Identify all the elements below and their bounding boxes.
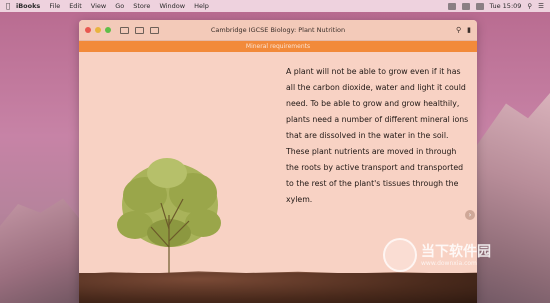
body-paragraph: A plant will not be able to grow even if… bbox=[286, 67, 469, 204]
watermark-logo-icon bbox=[383, 238, 417, 272]
table-of-contents-icon[interactable] bbox=[135, 26, 144, 34]
watermark-name: 当下软件园 bbox=[421, 243, 491, 260]
minimize-button[interactable] bbox=[95, 27, 101, 33]
list-icon[interactable]: ☰ bbox=[538, 2, 544, 10]
toolbar-left bbox=[120, 26, 159, 34]
menu-go[interactable]: Go bbox=[115, 2, 124, 10]
chapter-bar: Mineral requirements bbox=[79, 41, 477, 52]
titlebar: Cambridge IGCSE Biology: Plant Nutrition… bbox=[79, 20, 477, 41]
search-icon[interactable]: ⚲ bbox=[527, 2, 532, 10]
menu-edit[interactable]: Edit bbox=[69, 2, 82, 10]
battery-icon[interactable] bbox=[475, 2, 484, 10]
search-icon[interactable]: ⚲ bbox=[456, 26, 461, 34]
plant-illustration bbox=[117, 158, 221, 273]
apple-icon[interactable]:  bbox=[0, 2, 16, 10]
menu-view[interactable]: View bbox=[91, 2, 106, 10]
fullscreen-button[interactable] bbox=[105, 27, 111, 33]
cloud-icon[interactable] bbox=[447, 2, 456, 10]
close-button[interactable] bbox=[85, 27, 91, 33]
window-controls bbox=[85, 27, 111, 33]
desktop-mountain-left bbox=[0, 198, 90, 303]
menu-file[interactable]: File bbox=[49, 2, 60, 10]
toolbar-right: ⚲ ▮ bbox=[456, 26, 471, 34]
notes-icon[interactable] bbox=[150, 26, 159, 34]
watermark: 当下软件园 www.downxia.com bbox=[383, 238, 491, 272]
watermark-url: www.downxia.com bbox=[421, 259, 477, 267]
menubar:  iBooks File Edit View Go Store Window … bbox=[0, 0, 550, 12]
bookmark-icon[interactable]: ▮ bbox=[467, 26, 471, 34]
chapter-title: Mineral requirements bbox=[245, 43, 311, 50]
menu-help[interactable]: Help bbox=[194, 2, 209, 10]
soil bbox=[79, 273, 477, 303]
next-page-button[interactable]: › bbox=[465, 210, 475, 220]
library-icon[interactable] bbox=[120, 26, 129, 34]
menubar-clock[interactable]: Tue 15:09 bbox=[490, 2, 522, 10]
menu-window[interactable]: Window bbox=[159, 2, 185, 10]
menubar-status-area: Tue 15:09 ⚲ ☰ bbox=[447, 2, 544, 10]
wifi-icon[interactable] bbox=[461, 2, 470, 10]
menu-app[interactable]: iBooks bbox=[16, 2, 40, 10]
menu-store[interactable]: Store bbox=[133, 2, 150, 10]
